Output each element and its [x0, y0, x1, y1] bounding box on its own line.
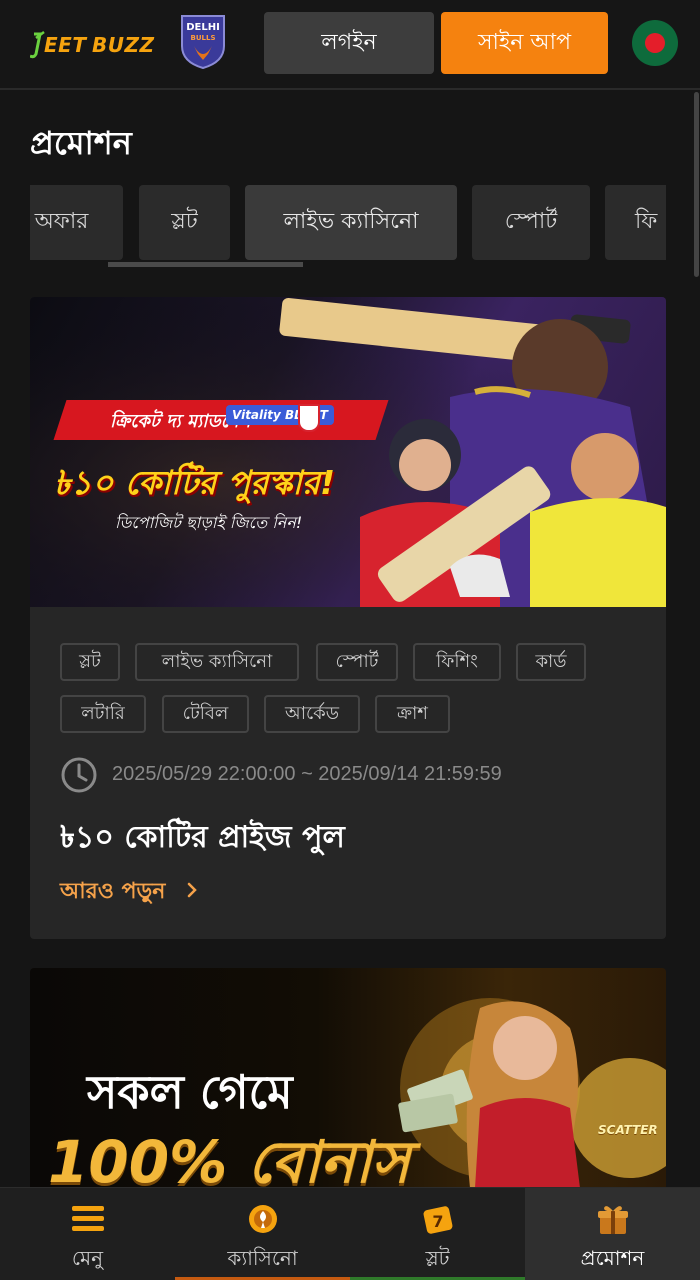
chip-sports: স্পোর্ট	[316, 643, 398, 681]
nav-promotion-label: প্রমোশন	[580, 1246, 645, 1270]
chip-crash: ক্রাশ	[375, 695, 450, 733]
banner-artwork	[30, 297, 666, 607]
page-scrollbar[interactable]	[694, 92, 699, 277]
svg-text:BUZZ: BUZZ	[92, 33, 155, 57]
svg-text:EET: EET	[44, 33, 87, 57]
tab-slots[interactable]: স্লট	[139, 185, 230, 260]
nav-promotion[interactable]: প্রমোশন	[525, 1188, 700, 1280]
login-button[interactable]: লগইন	[264, 12, 434, 74]
nav-menu[interactable]: মেনু	[0, 1188, 175, 1280]
chip-table: টেবিল	[162, 695, 249, 733]
nav-casino-label: ক্যাসিনো	[227, 1246, 298, 1270]
tab-sports[interactable]: স্পোর্ট	[472, 185, 590, 260]
chip-arcade: আর্কেড	[264, 695, 360, 733]
tab-offers[interactable]: অফার	[30, 185, 123, 260]
nav-slots[interactable]: 7 স্লট	[350, 1188, 525, 1280]
team-crest-icon	[298, 404, 320, 432]
bottom-nav: মেনু ক্যাসিনো 7 স্লট প্রমোশন	[0, 1187, 700, 1280]
chip-fishing: ফিশিং	[413, 643, 501, 681]
menu-icon	[71, 1202, 105, 1236]
chevron-right-icon	[187, 882, 197, 898]
chip-live-casino: লাইভ ক্যাসিনো	[135, 643, 299, 681]
promo-title: ৳১০ কোটির প্রাইজ পুল	[60, 820, 345, 855]
page-title: প্রমোশন	[30, 124, 132, 162]
casino-icon	[246, 1202, 280, 1236]
banner-2-line2: 100% বোনাস	[48, 1128, 410, 1188]
page: EET BUZZ DELHI BULLS লগইন সাইন আপ প্রমোশ…	[0, 0, 700, 1280]
promo-banner-image[interactable]: ক্রিকেট দ্য ম্যাডনেস Vitality BLAST ৳১০ …	[30, 297, 666, 607]
signup-button[interactable]: সাইন আপ	[441, 12, 608, 74]
tab-live-casino[interactable]: লাইভ ক্যাসিনো	[245, 185, 457, 260]
nav-casino[interactable]: ক্যাসিনো	[175, 1188, 350, 1280]
delhi-bulls-badge: DELHI BULLS	[178, 12, 228, 70]
top-header: EET BUZZ DELHI BULLS লগইন সাইন আপ	[0, 0, 700, 90]
nav-slots-label: স্লট	[425, 1246, 450, 1270]
chip-lottery: লটারি	[60, 695, 146, 733]
clock-icon	[61, 757, 97, 793]
nav-menu-label: মেনু	[71, 1246, 104, 1270]
jeetbuzz-logo[interactable]: EET BUZZ	[29, 30, 170, 66]
chip-slots: স্লট	[60, 643, 120, 681]
svg-text:DELHI: DELHI	[186, 22, 220, 33]
svg-text:BULLS: BULLS	[191, 34, 216, 42]
slot-icon: 7	[421, 1202, 455, 1236]
banner-headline: ৳১০ কোটির পুরস্কার!	[54, 463, 336, 502]
banner-subline: ডিপোজিট ছাড়াই জিতে নিন!	[115, 513, 303, 532]
gift-icon	[596, 1202, 630, 1236]
category-tabs: অফার স্লট লাইভ ক্যাসিনো স্পোর্ট ফি	[30, 185, 666, 263]
tab-fishing[interactable]: ফি	[605, 185, 666, 260]
bangladesh-flag-icon[interactable]	[632, 20, 678, 66]
scatter-badge: SCATTER	[598, 1123, 658, 1137]
promo-card[interactable]: ক্রিকেট দ্য ম্যাডনেস Vitality BLAST ৳১০ …	[30, 297, 666, 939]
tab-scroll-indicator	[108, 262, 303, 267]
promo-card-2[interactable]: সকল গেমে 100% বোনাস SCATTER	[30, 968, 666, 1188]
read-more-link[interactable]: আরও পড়ুন	[60, 874, 201, 911]
chip-card: কার্ড	[516, 643, 586, 681]
svg-text:7: 7	[432, 1212, 443, 1231]
jeetbuzz-logo-mark: EET BUZZ	[29, 31, 155, 59]
read-more-label: আরও পড়ুন	[60, 879, 166, 904]
promo-date-range: 2025/05/29 22:00:00 ~ 2025/09/14 21:59:5…	[112, 763, 502, 785]
